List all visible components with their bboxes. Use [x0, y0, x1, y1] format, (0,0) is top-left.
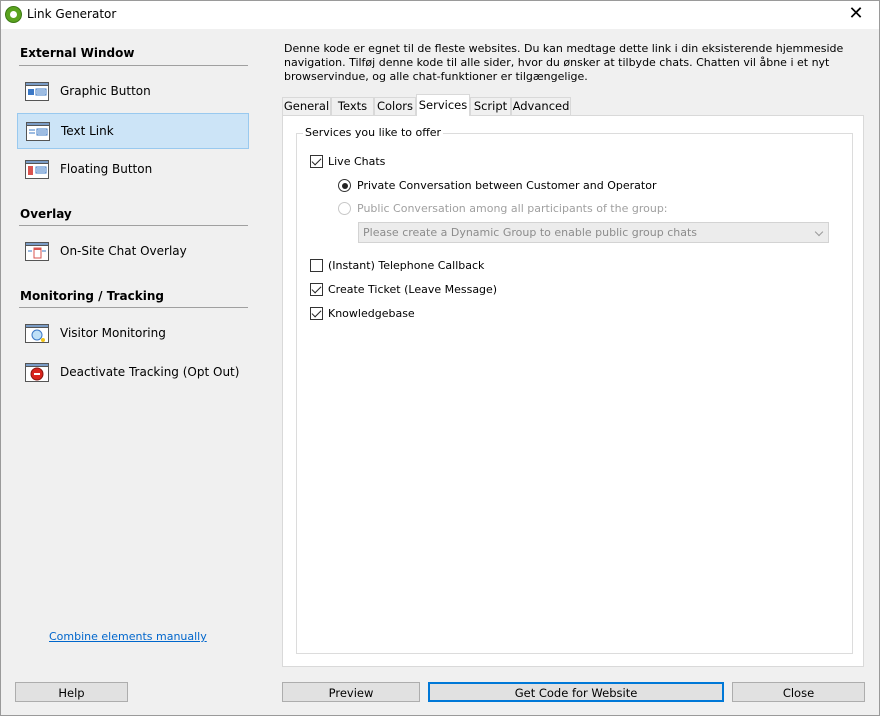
private-conversation-radio[interactable] — [338, 179, 351, 192]
sidebar-item-graphic-button[interactable]: Graphic Button — [17, 74, 249, 110]
knowledgebase-label: Knowledgebase — [328, 307, 415, 320]
private-conversation-label: Private Conversation between Customer an… — [357, 179, 657, 192]
title-bar: Link Generator ✕ — [1, 1, 879, 29]
sidebar-item-label: Deactivate Tracking (Opt Out) — [60, 365, 240, 379]
group-title: Services you like to offer — [303, 126, 444, 139]
tab-colors[interactable]: Colors — [374, 97, 416, 116]
checkmark-icon — [311, 283, 322, 294]
close-button[interactable]: Close — [732, 682, 865, 702]
dynamic-group-select[interactable]: Please create a Dynamic Group to enable … — [358, 222, 829, 243]
tab-script[interactable]: Script — [470, 97, 511, 116]
tab-general[interactable]: General — [282, 97, 331, 116]
graphic-button-icon — [25, 82, 49, 101]
sidebar-item-label: On-Site Chat Overlay — [60, 244, 187, 258]
sidebar-item-text-link[interactable]: Text Link — [17, 113, 249, 149]
visitor-monitoring-icon — [25, 324, 49, 343]
telephone-callback-label: (Instant) Telephone Callback — [328, 259, 485, 272]
chat-overlay-icon — [25, 242, 49, 261]
section-title-overlay: Overlay — [20, 207, 72, 221]
knowledgebase-checkbox[interactable] — [310, 307, 323, 320]
sidebar-item-label: Text Link — [61, 124, 114, 138]
get-code-button[interactable]: Get Code for Website — [428, 682, 724, 702]
link-generator-window: Link Generator ✕ External Window Graphic… — [0, 0, 880, 716]
telephone-callback-checkbox[interactable] — [310, 259, 323, 272]
chevron-down-icon — [814, 227, 824, 237]
public-conversation-radio[interactable] — [338, 202, 351, 215]
create-ticket-checkbox[interactable] — [310, 283, 323, 296]
sidebar-item-visitor-monitoring[interactable]: Visitor Monitoring — [17, 316, 249, 352]
live-chats-label: Live Chats — [328, 155, 386, 168]
section-divider — [19, 307, 248, 308]
sidebar-item-floating-button[interactable]: Floating Button — [17, 152, 249, 188]
sidebar-item-label: Graphic Button — [60, 84, 151, 98]
description-text: Denne kode er egnet til de fleste websit… — [284, 42, 844, 83]
tab-advanced[interactable]: Advanced — [511, 97, 571, 116]
sidebar-item-label: Visitor Monitoring — [60, 326, 166, 340]
tab-texts[interactable]: Texts — [331, 97, 374, 116]
services-tab-panel: Services you like to offer Live Chats Pr… — [282, 115, 864, 667]
combine-elements-link[interactable]: Combine elements manually — [49, 630, 207, 643]
window-title: Link Generator — [27, 7, 117, 21]
sidebar-item-on-site-chat-overlay[interactable]: On-Site Chat Overlay — [17, 234, 249, 270]
floating-button-icon — [25, 160, 49, 179]
section-title-monitoring-tracking: Monitoring / Tracking — [20, 289, 164, 303]
help-button[interactable]: Help — [15, 682, 128, 702]
services-groupbox: Services you like to offer Live Chats Pr… — [296, 126, 853, 654]
text-link-icon — [26, 122, 50, 141]
opt-out-icon — [25, 363, 49, 382]
section-divider — [19, 65, 248, 66]
preview-button[interactable]: Preview — [282, 682, 420, 702]
sidebar: External Window Graphic Button Text Link… — [2, 30, 266, 668]
section-divider — [19, 225, 248, 226]
public-conversation-label: Public Conversation among all participan… — [357, 202, 668, 215]
section-title-external-window: External Window — [20, 46, 135, 60]
checkmark-icon — [311, 307, 322, 318]
app-gear-icon — [5, 6, 22, 23]
checkmark-icon — [311, 155, 322, 166]
live-chats-checkbox[interactable] — [310, 155, 323, 168]
dynamic-group-select-value: Please create a Dynamic Group to enable … — [363, 226, 698, 239]
sidebar-item-label: Floating Button — [60, 162, 153, 176]
create-ticket-label: Create Ticket (Leave Message) — [328, 283, 498, 296]
sidebar-item-deactivate-tracking[interactable]: Deactivate Tracking (Opt Out) — [17, 355, 249, 391]
window-close-button[interactable]: ✕ — [833, 1, 879, 29]
tab-services[interactable]: Services — [416, 94, 470, 116]
